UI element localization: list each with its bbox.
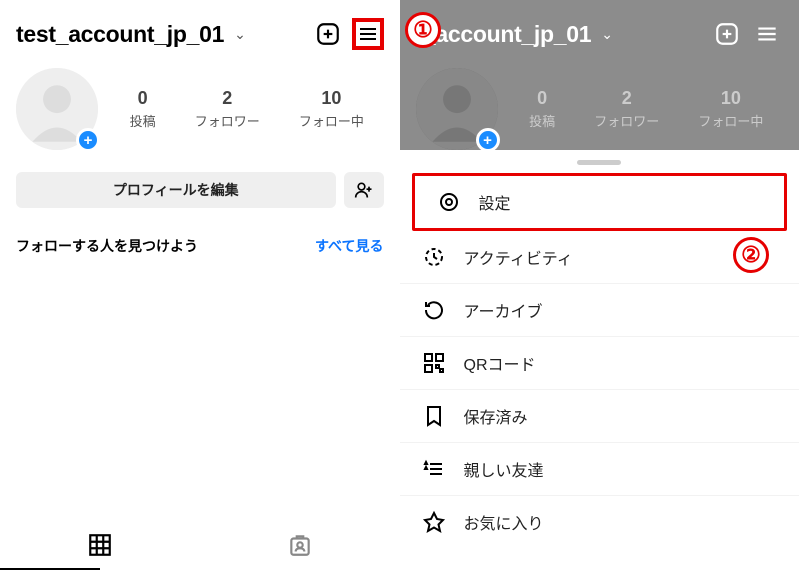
menu-item-settings[interactable]: 設定 bbox=[412, 173, 788, 231]
profile-screen: test_account_jp_01 ⌄ + 0 投稿 2 bbox=[0, 0, 400, 570]
callout-one: ① bbox=[405, 12, 441, 48]
menu-label: アーカイブ bbox=[464, 298, 543, 322]
menu-item-close-friends[interactable]: 親しい友達 bbox=[400, 443, 799, 496]
followers-count: 2 bbox=[195, 88, 260, 109]
menu-sheet-screen: t_account_jp_01 ⌄ + 0 投稿 2 フォロワー 10 フォロー中 bbox=[400, 0, 799, 570]
hamburger-menu-button-dimmed bbox=[751, 18, 783, 50]
posts-count: 0 bbox=[130, 88, 156, 109]
menu-label: お気に入り bbox=[464, 510, 544, 534]
profile-actions: プロフィールを編集 bbox=[0, 158, 400, 218]
chevron-down-icon[interactable]: ⌄ bbox=[234, 26, 246, 43]
menu-item-favorites[interactable]: お気に入り bbox=[400, 496, 799, 548]
discover-title: フォローする人を見つけよう bbox=[16, 236, 198, 256]
bookmark-icon bbox=[422, 404, 446, 428]
menu-label: アクティビティ bbox=[464, 245, 573, 269]
followers-label: フォロワー bbox=[195, 111, 260, 130]
tab-tagged[interactable] bbox=[200, 520, 400, 570]
avatar-dimmed: + bbox=[416, 68, 498, 150]
add-story-icon: + bbox=[476, 128, 500, 152]
username-dimmed: t_account_jp_01 bbox=[416, 21, 592, 48]
menu-item-archive[interactable]: アーカイブ bbox=[400, 284, 799, 337]
profile-tabs bbox=[0, 520, 400, 570]
following-label: フォロー中 bbox=[698, 111, 763, 130]
sheet-handle[interactable] bbox=[577, 160, 621, 165]
discover-section: フォローする人を見つけよう すべて見る bbox=[0, 218, 400, 266]
gear-icon bbox=[437, 190, 461, 214]
see-all-link[interactable]: すべて見る bbox=[315, 236, 383, 256]
followers-label: フォロワー bbox=[594, 111, 659, 130]
chevron-down-icon: ⌄ bbox=[601, 26, 613, 43]
followers-count: 2 bbox=[594, 88, 659, 109]
callout-two: ② bbox=[733, 237, 769, 273]
menu-item-qr[interactable]: QRコード bbox=[400, 337, 799, 390]
avatar[interactable]: + bbox=[16, 68, 98, 150]
menu-item-activity[interactable]: アクティビティ ② bbox=[400, 231, 799, 284]
following-count: 10 bbox=[299, 88, 364, 109]
stat-following[interactable]: 10 フォロー中 bbox=[299, 88, 364, 130]
profile-header-dimmed: t_account_jp_01 ⌄ bbox=[400, 0, 799, 60]
menu-label: 設定 bbox=[479, 190, 511, 214]
posts-label: 投稿 bbox=[529, 111, 555, 130]
menu-item-saved[interactable]: 保存済み bbox=[400, 390, 799, 443]
edit-profile-button[interactable]: プロフィールを編集 bbox=[16, 172, 336, 208]
following-count: 10 bbox=[698, 88, 763, 109]
bottom-sheet: 設定 アクティビティ ② アーカイブ QRコード 保存済み bbox=[400, 150, 799, 570]
archive-icon bbox=[422, 298, 446, 322]
add-story-icon[interactable]: + bbox=[76, 128, 100, 152]
profile-info-row: + 0 投稿 2 フォロワー 10 フォロー中 bbox=[0, 60, 400, 158]
star-icon bbox=[422, 510, 446, 534]
profile-info-row-dimmed: + 0 投稿 2 フォロワー 10 フォロー中 bbox=[400, 60, 799, 158]
menu-label: 保存済み bbox=[464, 404, 528, 428]
menu-label: 親しい友達 bbox=[464, 457, 544, 481]
username[interactable]: test_account_jp_01 bbox=[16, 21, 224, 48]
discover-people-button[interactable] bbox=[344, 172, 384, 208]
hamburger-menu-button[interactable] bbox=[352, 18, 384, 50]
stats: 0 投稿 2 フォロワー 10 フォロー中 bbox=[110, 88, 384, 130]
posts-label: 投稿 bbox=[130, 111, 156, 130]
stats-dimmed: 0 投稿 2 フォロワー 10 フォロー中 bbox=[510, 88, 784, 130]
create-button[interactable] bbox=[312, 18, 344, 50]
stat-posts[interactable]: 0 投稿 bbox=[130, 88, 156, 130]
stat-followers[interactable]: 2 フォロワー bbox=[195, 88, 260, 130]
close-friends-icon bbox=[422, 457, 446, 481]
menu-label: QRコード bbox=[464, 351, 536, 375]
following-label: フォロー中 bbox=[299, 111, 364, 130]
qr-icon bbox=[422, 351, 446, 375]
activity-icon bbox=[422, 245, 446, 269]
tab-grid[interactable] bbox=[0, 520, 200, 570]
create-button-dimmed bbox=[711, 18, 743, 50]
profile-header: test_account_jp_01 ⌄ bbox=[0, 0, 400, 60]
menu-list: 設定 アクティビティ ② アーカイブ QRコード 保存済み bbox=[400, 173, 799, 548]
posts-count: 0 bbox=[529, 88, 555, 109]
